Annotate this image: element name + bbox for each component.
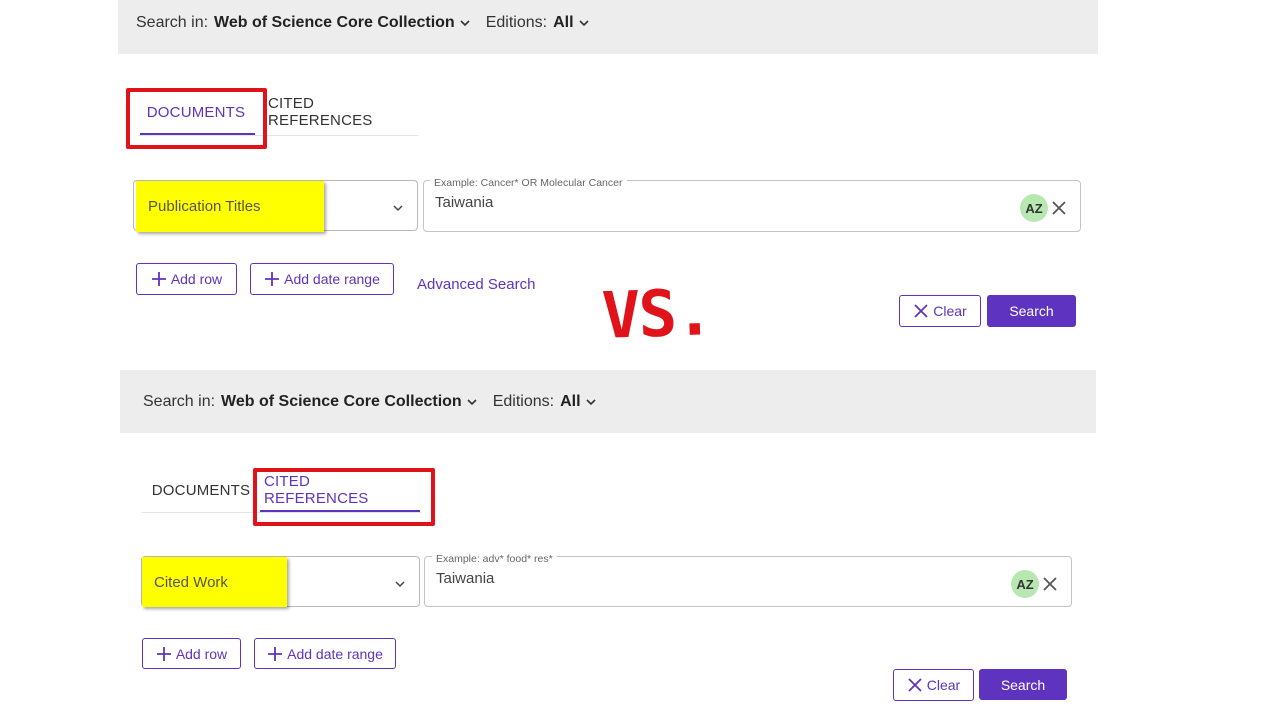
clear-button[interactable]: Clear (899, 295, 981, 327)
search-input-placeholder: Example: adv* food* res* (432, 553, 557, 565)
clear-label: Clear (926, 677, 961, 693)
search-in-bar-top: Search in: Web of Science Core Collectio… (118, 0, 1098, 54)
az-icon[interactable]: AZ (1020, 194, 1048, 222)
annotation-box (253, 468, 435, 526)
plus-icon (151, 272, 166, 286)
editions-label: Editions: (485, 14, 548, 31)
search-input-value[interactable]: Taiwania (435, 194, 493, 211)
close-icon (908, 678, 922, 692)
add-date-range-button[interactable]: Add date range (250, 263, 394, 295)
clear-label: Clear (933, 303, 967, 319)
clear-button[interactable]: Clear (893, 669, 974, 701)
az-icon[interactable]: AZ (1011, 570, 1039, 598)
chevron-down-icon[interactable] (460, 18, 470, 28)
search-input-placeholder: Example: Cancer* OR Molecular Cancer (430, 177, 627, 189)
tab-cited-references[interactable]: CITED REFERENCES (268, 95, 406, 129)
add-date-range-label: Add date range (287, 645, 383, 662)
plus-icon (265, 272, 280, 286)
close-icon[interactable] (1051, 200, 1067, 221)
chevron-down-icon[interactable] (578, 18, 589, 28)
search-input-value[interactable]: Taiwania (436, 570, 494, 587)
search-in-label: Search in: (136, 14, 209, 31)
add-date-range-button[interactable]: Add date range (254, 638, 396, 669)
add-date-range-label: Add date range (284, 271, 380, 287)
chevron-down-icon[interactable] (467, 397, 477, 407)
advanced-search-link[interactable]: Advanced Search (417, 276, 535, 293)
add-row-label: Add row (175, 645, 228, 662)
field-select-value[interactable]: Publication Titles (136, 181, 324, 232)
editions-dropdown[interactable]: All (560, 393, 580, 411)
field-select-value[interactable]: Cited Work (142, 557, 287, 607)
tab-documents[interactable]: DOCUMENTS (150, 478, 252, 502)
editions-label: Editions: (492, 392, 555, 410)
search-button[interactable]: Search (987, 295, 1076, 327)
search-button[interactable]: Search (979, 669, 1067, 700)
chevron-down-icon[interactable] (585, 397, 596, 407)
search-in-bar-bottom: Search in: Web of Science Core Collectio… (120, 370, 1096, 433)
plus-icon (268, 646, 283, 661)
collection-dropdown[interactable]: Web of Science Core Collection (214, 14, 455, 32)
editions-dropdown[interactable]: All (553, 14, 573, 32)
collection-dropdown[interactable]: Web of Science Core Collection (221, 393, 462, 411)
plus-icon (156, 646, 171, 661)
vs-annotation: VS. (600, 276, 713, 354)
add-row-label: Add row (170, 271, 223, 287)
search-in-label: Search in: (143, 392, 216, 410)
add-row-button[interactable]: Add row (136, 263, 237, 295)
close-icon[interactable] (1042, 576, 1058, 597)
close-icon (914, 304, 928, 318)
chevron-down-icon[interactable] (392, 201, 404, 219)
chevron-down-icon[interactable] (394, 577, 406, 595)
annotation-box (126, 88, 267, 149)
add-row-button[interactable]: Add row (142, 638, 241, 669)
